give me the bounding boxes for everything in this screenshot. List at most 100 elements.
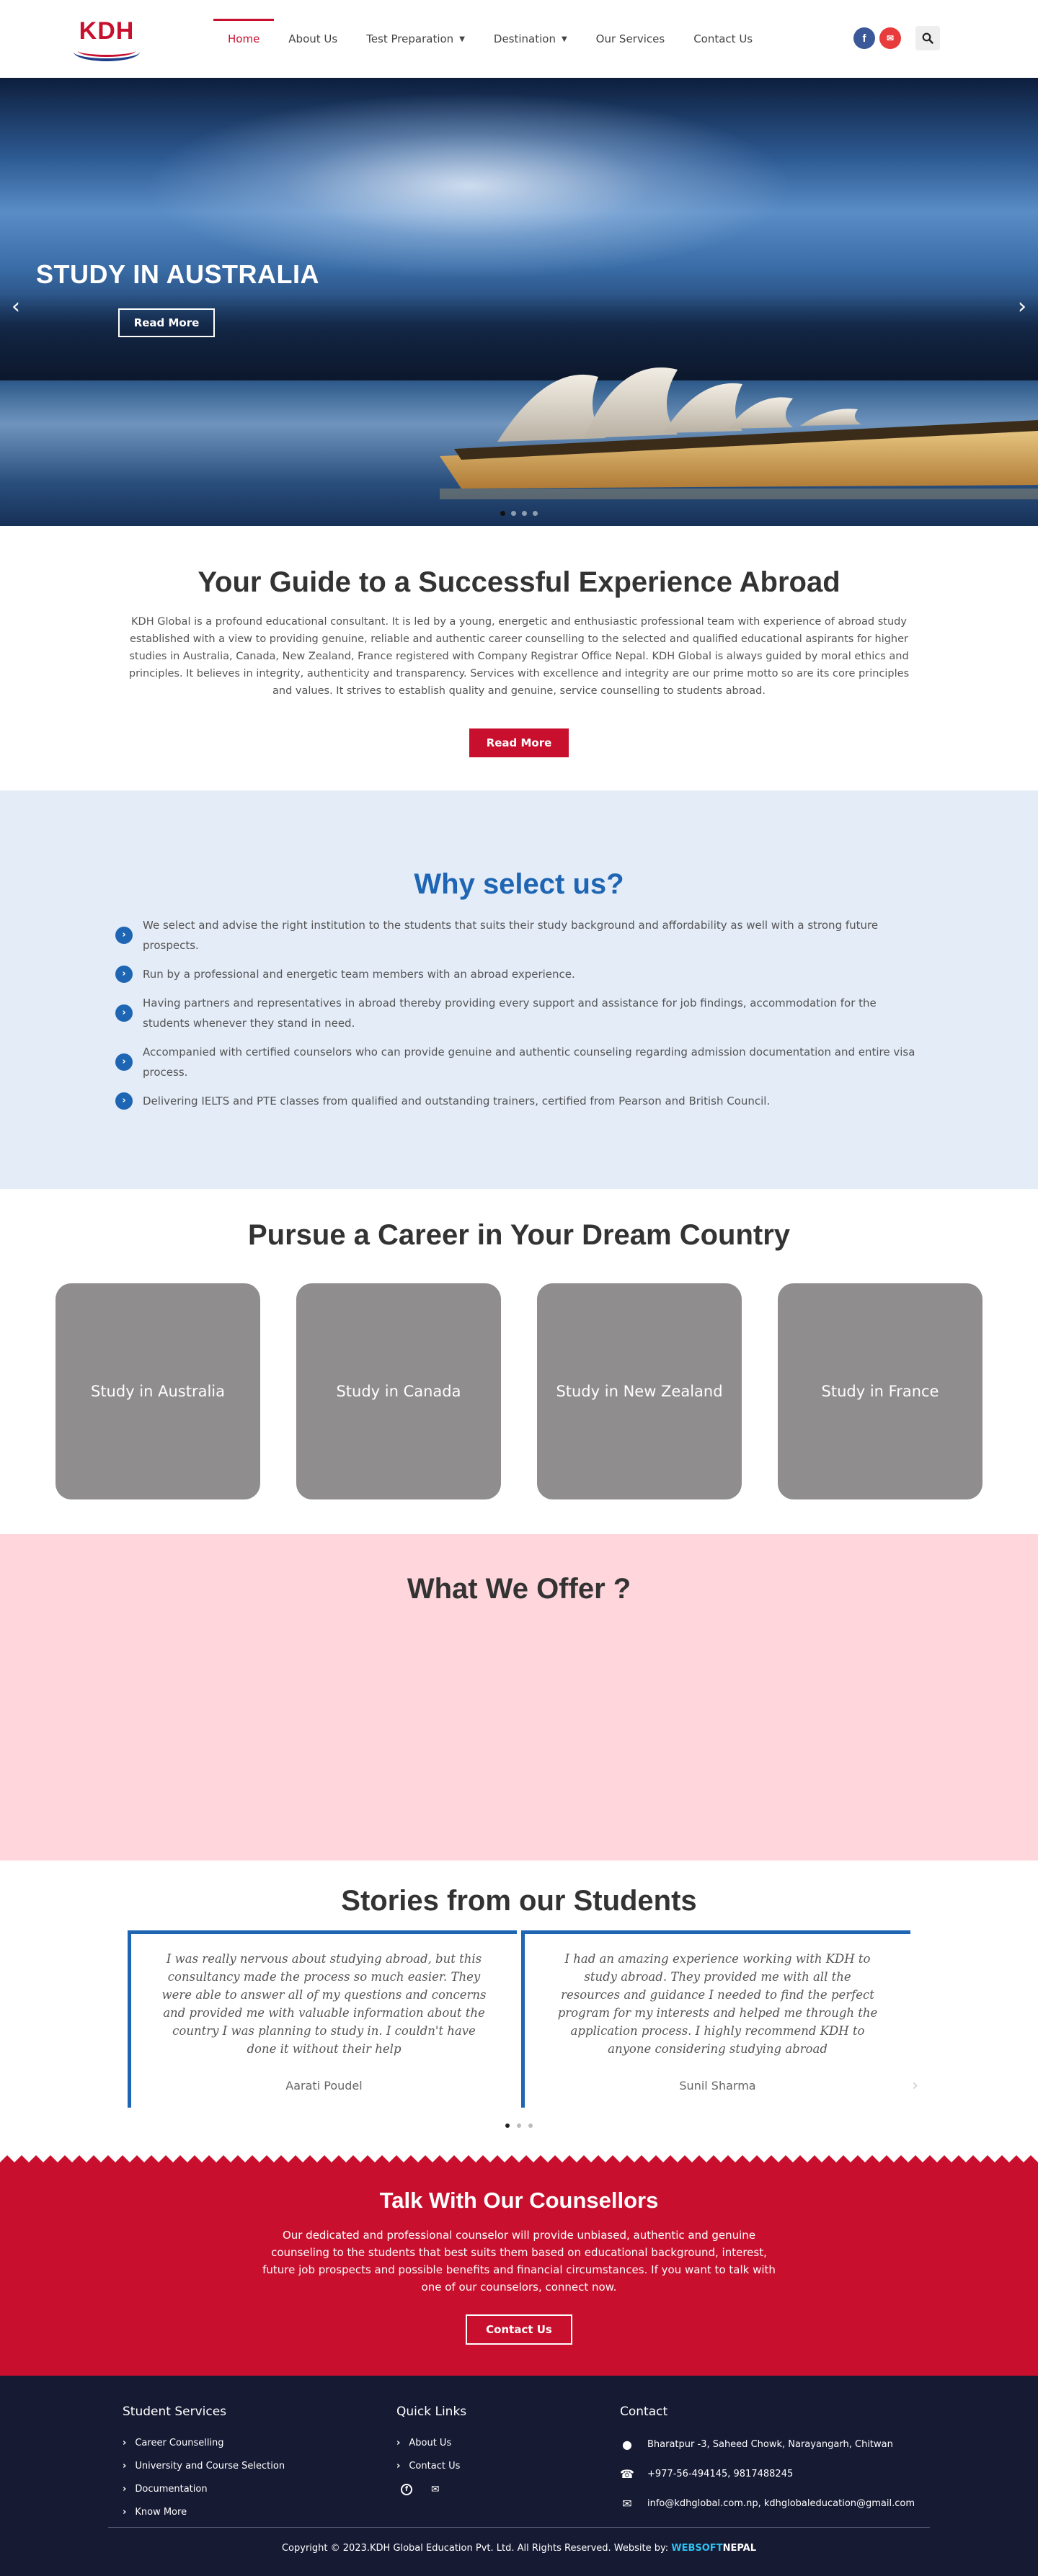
footer-link-label: Contact Us: [409, 2461, 461, 2472]
hero-read-more-button[interactable]: Read More: [118, 308, 215, 337]
why-item-text: Delivering IELTS and PTE classes from qu…: [143, 1095, 771, 1107]
pursue-section: Pursue a Career in Your Dream Country St…: [0, 1189, 1038, 1534]
pursue-title: Pursue a Career in Your Dream Country: [247, 1219, 791, 1251]
chevron-right-icon: ›: [123, 2461, 127, 2472]
testimonial-dot[interactable]: [517, 2123, 521, 2128]
why-item-text: Having partners and representatives in a…: [143, 997, 877, 1030]
why-item-text: Run by a professional and energetic team…: [143, 968, 575, 981]
footer-link-career-counselling[interactable]: › Career Counselling: [123, 2438, 285, 2448]
header-icons: f ✉: [853, 26, 940, 50]
footer-link-documentation[interactable]: › Documentation: [123, 2484, 285, 2495]
nav-our-services[interactable]: Our Services: [582, 0, 680, 78]
footer-quick-links: Quick Links › About Us › Contact Us f ✉: [396, 2405, 466, 2495]
testimonial-dot[interactable]: [505, 2123, 510, 2128]
slider-dot[interactable]: [522, 511, 527, 516]
why-item-text: Accompanied with certified counselors wh…: [143, 1046, 915, 1079]
list-item: › Run by a professional and energetic tea…: [115, 964, 923, 984]
guide-title: Your Guide to a Successful Experience Ab…: [198, 566, 840, 598]
search-icon[interactable]: [915, 26, 940, 50]
footer-link-label: About Us: [409, 2438, 452, 2448]
mail-icon[interactable]: ✉: [431, 2484, 440, 2495]
offer-section: What We Offer ?: [0, 1534, 1038, 1860]
card-study-new-zealand[interactable]: Study in New Zealand: [537, 1283, 742, 1499]
footer-student-services: Student Services › Career Counselling › Un…: [123, 2405, 285, 2530]
footer-link-label: Career Counselling: [135, 2438, 224, 2448]
footer-heading: Contact: [620, 2405, 668, 2419]
list-item: › Delivering IELTS and PTE classes from q…: [115, 1091, 923, 1111]
footer-link-know-more[interactable]: › Know More: [123, 2507, 285, 2518]
nav-contact-us[interactable]: Contact Us: [679, 0, 767, 78]
footer-heading: Quick Links: [396, 2405, 467, 2419]
facebook-icon[interactable]: f: [401, 2484, 412, 2495]
websoft-brand[interactable]: WEBSOFT: [671, 2543, 722, 2554]
card-study-france[interactable]: Study in France: [778, 1283, 982, 1499]
country-cards: Study in Australia Study in Canada Study…: [0, 1283, 1038, 1499]
logo-book-icon: [74, 43, 140, 61]
hero-sky: [144, 92, 793, 280]
testimonial-card: I was really nervous about studying abro…: [128, 1930, 517, 2108]
footer-link-university-course[interactable]: › University and Course Selection: [123, 2461, 285, 2472]
footer-heading: Student Services: [123, 2405, 227, 2419]
nav-home[interactable]: Home: [213, 0, 275, 78]
contact-us-button[interactable]: Contact Us: [466, 2314, 572, 2345]
caret-down-icon: ▼: [459, 35, 465, 43]
card-study-australia[interactable]: Study in Australia: [56, 1283, 260, 1499]
slider-dot[interactable]: [511, 511, 516, 516]
chevron-right-icon: ›: [123, 2507, 127, 2518]
talk-title: Talk With Our Counsellors: [379, 2188, 659, 2213]
chevron-right-icon: ›: [115, 927, 133, 944]
hero-title: STUDY IN AUSTRALIA: [36, 259, 320, 289]
facebook-icon[interactable]: f: [853, 27, 875, 49]
chevron-right-icon: ›: [123, 2438, 127, 2448]
opera-house-image: [440, 367, 1038, 499]
chevron-right-icon: ›: [115, 1092, 133, 1110]
slider-next-icon[interactable]: ›: [1018, 294, 1026, 319]
kdh-logo[interactable]: KDH: [72, 6, 141, 71]
zigzag-divider: [0, 2151, 1038, 2162]
chevron-right-icon: ›: [115, 1004, 133, 1022]
slider-dot[interactable]: [500, 511, 505, 516]
map-pin-icon: ●: [622, 2438, 632, 2451]
footer-link-contact-us[interactable]: › Contact Us: [396, 2461, 466, 2472]
footer-address: ● Bharatpur -3, Saheed Chowk, Narayangarh…: [620, 2438, 915, 2451]
guide-section: Your Guide to a Successful Experience Ab…: [0, 526, 1038, 790]
testimonial-next-icon[interactable]: ›: [912, 2077, 918, 2095]
logo-text: KDH: [79, 17, 135, 45]
footer-link-about-us[interactable]: › About Us: [396, 2438, 466, 2448]
footer-address-text: Bharatpur -3, Saheed Chowk, Narayangarh,…: [647, 2439, 893, 2450]
why-item-text: We select and advise the right instituti…: [143, 919, 879, 952]
footer-link-label: University and Course Selection: [135, 2461, 285, 2472]
footer-phone: ☎ +977-56-494145, 9817488245: [620, 2467, 915, 2481]
copyright-text: Copyright © 2023.KDH Global Education Pv…: [281, 2543, 669, 2554]
stories-title: Stories from our Students: [341, 1885, 697, 1917]
nav-test-preparation[interactable]: Test Preparation ▼: [352, 0, 479, 78]
footer-copyright: Copyright © 2023.KDH Global Education Pv…: [0, 2543, 1038, 2554]
footer-email-text[interactable]: info@kdhglobal.com.np, kdhglobaleducatio…: [647, 2498, 915, 2509]
chevron-right-icon: ›: [396, 2438, 401, 2448]
testimonial-quote: I had an amazing experience working with…: [557, 1952, 878, 2056]
nav-about-us[interactable]: About Us: [274, 0, 352, 78]
testimonial-dot[interactable]: [528, 2123, 533, 2128]
phone-icon: ☎: [620, 2467, 634, 2481]
nav-destination[interactable]: Destination ▼: [479, 0, 582, 78]
stories-section: Stories from our Students I was really n…: [0, 1860, 1038, 2152]
testimonial-carousel: I was really nervous about studying abro…: [0, 1930, 1038, 2108]
footer-email: ✉ info@kdhglobal.com.np, kdhglobaleducati…: [620, 2497, 915, 2510]
slider-dot[interactable]: [533, 511, 538, 516]
nav-destination-label: Destination: [493, 32, 556, 45]
slider-prev-icon[interactable]: ‹: [12, 294, 20, 319]
site-footer: Student Services › Career Counselling › Un…: [0, 2376, 1038, 2576]
chevron-right-icon: ›: [396, 2461, 401, 2472]
nepal-brand[interactable]: NEPAL: [723, 2543, 756, 2554]
card-study-canada[interactable]: Study in Canada: [296, 1283, 501, 1499]
hero-slider: STUDY IN AUSTRALIA Read More ‹ ›: [0, 78, 1038, 526]
mail-icon[interactable]: ✉: [879, 27, 901, 49]
guide-text: KDH Global is a profound educational con…: [128, 616, 910, 697]
slider-dots: [0, 511, 1038, 516]
testimonial-name: Sunil Sharma: [679, 2079, 756, 2093]
guide-read-more-button[interactable]: Read More: [469, 728, 569, 757]
chevron-right-icon: ›: [123, 2484, 127, 2495]
testimonial-name: Aarati Poudel: [285, 2079, 363, 2093]
testimonial-dots: [0, 2123, 1038, 2128]
why-section: Why select us? › We select and advise the…: [0, 790, 1038, 1189]
